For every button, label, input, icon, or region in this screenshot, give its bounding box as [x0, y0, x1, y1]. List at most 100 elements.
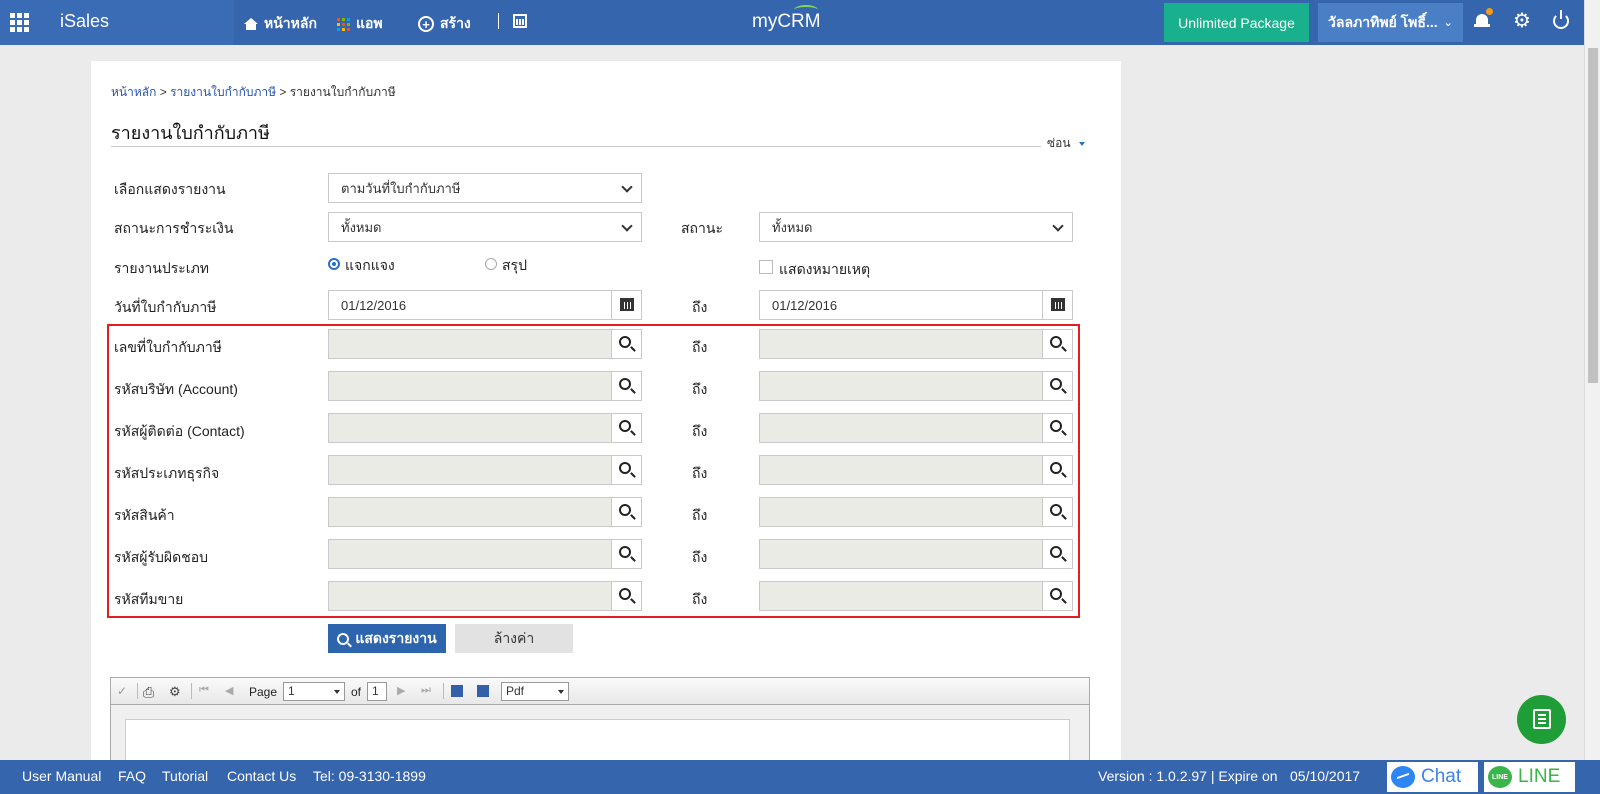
status-select[interactable]: ทั้งหมด [759, 212, 1073, 242]
lookup-button[interactable] [611, 372, 641, 400]
lookup-button[interactable] [611, 414, 641, 442]
date-picker-button[interactable] [1042, 291, 1072, 319]
lookup-button[interactable] [1042, 414, 1072, 442]
lookup-button[interactable] [1042, 330, 1072, 358]
to-label: ถึง [692, 549, 708, 565]
lookup-button[interactable] [611, 498, 641, 526]
page-number-value: 1 [288, 684, 295, 698]
lookup-button[interactable] [1042, 540, 1072, 568]
toggle-params-icon[interactable]: ✓ [117, 684, 131, 698]
user-menu[interactable]: วัลลภาทิพย์ โพธิ์... ⌄ [1318, 3, 1463, 42]
lookup-button[interactable] [611, 456, 641, 484]
lookup-button[interactable] [611, 330, 641, 358]
clear-button[interactable]: ล้างค่า [455, 624, 573, 653]
nav-calendar[interactable] [498, 13, 527, 29]
invoice-date-from[interactable]: 01/12/2016 [328, 290, 642, 320]
radio-summary[interactable] [485, 258, 497, 270]
notes-fab[interactable] [1517, 695, 1566, 744]
gear-icon[interactable]: ⚙ [1512, 11, 1532, 31]
range-from-input[interactable] [328, 455, 642, 485]
next-page-icon[interactable]: ▶ [397, 684, 411, 698]
footer-link-contact[interactable]: Contact Us [227, 768, 296, 784]
footer-tel: Tel: 09-3130-1899 [313, 768, 426, 784]
footer-link-faq[interactable]: FAQ [118, 768, 146, 784]
range-from-input[interactable] [328, 371, 642, 401]
breadcrumb-sep: > [159, 85, 167, 99]
scrollbar-thumb[interactable] [1588, 48, 1598, 383]
range-from-input[interactable] [328, 329, 642, 359]
payment-status-select[interactable]: ทั้งหมด [328, 212, 642, 242]
footer-link-tutorial[interactable]: Tutorial [162, 768, 208, 784]
search-icon [1050, 462, 1062, 474]
range-from-input[interactable] [328, 539, 642, 569]
caret-down-icon [558, 690, 564, 694]
radio-detail-label[interactable]: แจกแจง [345, 255, 395, 277]
range-to-input[interactable] [759, 539, 1073, 569]
footer-bar: User Manual FAQ Tutorial Contact Us Tel:… [0, 760, 1600, 794]
messenger-icon [1391, 766, 1415, 788]
line-button[interactable]: LINE LINE [1484, 762, 1575, 792]
range-to-input[interactable] [759, 413, 1073, 443]
prev-page-icon[interactable]: ◀ [225, 684, 239, 698]
invoice-date-to[interactable]: 01/12/2016 [759, 290, 1073, 320]
footer-link-manual[interactable]: User Manual [22, 768, 101, 784]
caret-down-icon [1078, 141, 1085, 146]
apps-grid-icon[interactable] [10, 13, 29, 32]
range-to-input[interactable] [759, 371, 1073, 401]
range-to-input[interactable] [759, 497, 1073, 527]
range-from-input[interactable] [328, 413, 642, 443]
search-icon [619, 588, 631, 600]
page-number-select[interactable]: 1 [283, 682, 345, 701]
save-all-icon[interactable] [477, 685, 489, 697]
breadcrumb-home[interactable]: หน้าหลัก [111, 85, 156, 99]
search-icon [619, 420, 631, 432]
range-label: รหัสทีมขาย [114, 591, 184, 607]
show-note-checkbox[interactable] [759, 260, 773, 274]
range-label: รหัสบริษัท (Account) [114, 381, 238, 397]
nav-create[interactable]: + สร้าง [418, 13, 471, 35]
save-icon[interactable] [451, 685, 463, 697]
range-label: เลขที่ใบกำกับภาษี [114, 339, 222, 355]
export-format-select[interactable]: Pdf [501, 682, 569, 701]
app-name[interactable]: iSales [60, 11, 109, 32]
range-label: รหัสสินค้า [114, 507, 175, 523]
nav-apps[interactable]: แอพ [337, 13, 383, 35]
export-format-value: Pdf [506, 684, 525, 698]
nav-home[interactable]: หน้าหลัก [244, 13, 317, 35]
power-icon[interactable] [1553, 10, 1569, 29]
first-page-icon[interactable]: ⏮ [199, 684, 213, 698]
last-page-icon[interactable]: ⏭ [421, 684, 435, 698]
show-note-label[interactable]: แสดงหมายเหตุ [779, 259, 870, 281]
range-to-input[interactable] [759, 581, 1073, 611]
search-icon [619, 546, 631, 558]
radio-summary-label[interactable]: สรุป [502, 255, 527, 277]
lookup-button[interactable] [1042, 456, 1072, 484]
print-icon[interactable]: ⎙ [143, 684, 157, 700]
vertical-scrollbar[interactable] [1584, 0, 1600, 760]
search-icon [1050, 378, 1062, 390]
bell-icon[interactable] [1474, 8, 1493, 30]
report-display-select[interactable]: ตามวันที่ใบกำกับภาษี [328, 173, 642, 203]
range-to-input[interactable] [759, 329, 1073, 359]
show-report-button[interactable]: แสดงรายงาน [328, 624, 446, 653]
lookup-button[interactable] [611, 540, 641, 568]
date-picker-button[interactable] [611, 291, 641, 319]
lookup-button[interactable] [1042, 498, 1072, 526]
radio-detail[interactable] [328, 258, 340, 270]
search-icon [1050, 546, 1062, 558]
range-from-input[interactable] [328, 497, 642, 527]
to-label: ถึง [692, 591, 708, 607]
range-from-input[interactable] [328, 581, 642, 611]
lookup-button[interactable] [1042, 372, 1072, 400]
lookup-button[interactable] [611, 582, 641, 610]
line-icon: LINE [1488, 766, 1512, 788]
status-value: ทั้งหมด [772, 219, 813, 235]
range-to-input[interactable] [759, 455, 1073, 485]
export-icon[interactable]: ⚙ [169, 684, 183, 699]
hide-toggle[interactable]: ซ่อน [1047, 134, 1085, 153]
chat-button[interactable]: Chat [1387, 762, 1478, 792]
package-badge[interactable]: Unlimited Package [1164, 3, 1309, 42]
lookup-button[interactable] [1042, 582, 1072, 610]
status-label: สถานะ [681, 220, 723, 236]
breadcrumb-parent[interactable]: รายงานใบกำกับภาษี [170, 85, 276, 99]
